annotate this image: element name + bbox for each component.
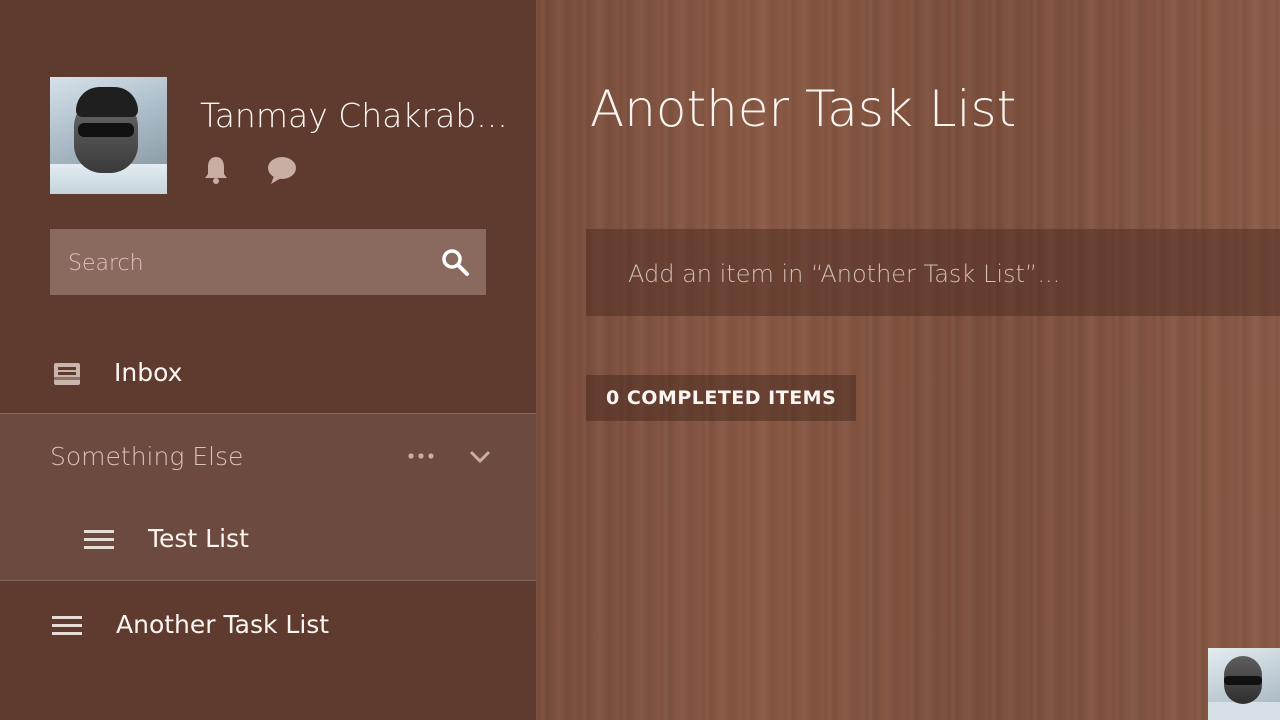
sidebar-item-inbox[interactable]: Inbox xyxy=(0,340,536,412)
hamburger-list-icon xyxy=(84,530,114,549)
add-item-input[interactable] xyxy=(626,229,1270,318)
main-pane: Another Task List 0 COMPLETED ITEMS xyxy=(536,0,1280,720)
webcam-glasses xyxy=(1224,676,1262,685)
app-window: Tanmay Chakrab... Inbox xyxy=(0,0,1280,720)
sidebar: Tanmay Chakrab... Inbox xyxy=(0,0,536,720)
search-input[interactable] xyxy=(66,229,430,297)
search-icon[interactable] xyxy=(440,247,470,277)
sidebar-item-test-list[interactable]: Test List xyxy=(0,500,536,580)
chevron-down-icon[interactable] xyxy=(466,444,494,468)
sidebar-group-something-else[interactable]: Something Else Test List xyxy=(0,413,536,581)
completed-items-toggle[interactable]: 0 COMPLETED ITEMS xyxy=(586,375,857,421)
avatar-hair xyxy=(76,87,138,117)
bell-icon[interactable] xyxy=(202,155,230,185)
group-label: Something Else xyxy=(50,442,244,471)
sidebar-item-label: Inbox xyxy=(114,358,183,387)
sidebar-item-label: Another Task List xyxy=(116,610,330,639)
user-name[interactable]: Tanmay Chakrab... xyxy=(200,96,508,135)
hamburger-list-icon xyxy=(52,616,82,635)
more-dots-icon[interactable] xyxy=(404,444,438,468)
webcam-overlay xyxy=(1208,648,1280,720)
search-box xyxy=(50,229,486,297)
page-title: Another Task List xyxy=(590,80,1017,138)
add-item-box xyxy=(586,229,1280,318)
webcam-shirt xyxy=(1208,702,1280,720)
avatar-glasses xyxy=(78,123,134,137)
chat-icon[interactable] xyxy=(266,155,298,185)
inbox-icon xyxy=(54,363,80,385)
sidebar-item-another-task-list[interactable]: Another Task List xyxy=(0,590,536,662)
avatar[interactable] xyxy=(50,77,167,194)
sidebar-item-label: Test List xyxy=(148,524,249,553)
